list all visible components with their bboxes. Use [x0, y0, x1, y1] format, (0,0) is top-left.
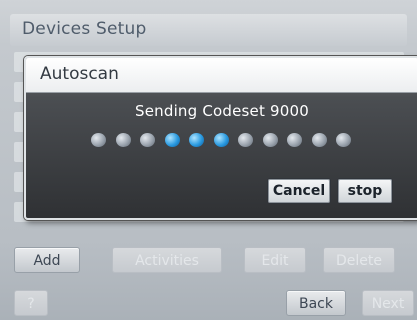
next-button[interactable]: Next [362, 290, 414, 316]
progress-dot-active [213, 133, 229, 147]
progress-dot [140, 133, 155, 147]
progress-dot [287, 133, 302, 147]
devices-setup-screen: Devices Setup Add Activities Edit Delete… [0, 0, 417, 320]
progress-dot [311, 133, 327, 147]
progress-dots [91, 133, 361, 149]
edit-button[interactable]: Edit [244, 247, 306, 273]
delete-button[interactable]: Delete [323, 247, 395, 273]
dialog-title: Autoscan [40, 64, 119, 84]
progress-dot [91, 133, 106, 147]
progress-dot [115, 133, 131, 147]
dialog-titlebar: Autoscan [26, 58, 417, 93]
help-button[interactable]: ? [14, 290, 48, 316]
window-title: Devices Setup [22, 19, 147, 39]
activities-button[interactable]: Activities [112, 247, 222, 273]
progress-dot [238, 133, 253, 147]
progress-dot [336, 133, 351, 147]
progress-dot [262, 133, 278, 147]
scan-status-text: Sending Codeset 9000 [134, 102, 309, 120]
window-titlebar: Devices Setup [10, 14, 407, 46]
progress-dot-active [164, 133, 180, 147]
progress-dot-active [189, 133, 204, 147]
cancel-button[interactable]: Cancel [267, 178, 331, 204]
add-button[interactable]: Add [14, 247, 80, 273]
autoscan-dialog: Autoscan Sending Codeset 9000 Cancel sto… [24, 56, 417, 220]
stop-button[interactable]: stop [337, 178, 393, 204]
back-button[interactable]: Back [286, 290, 346, 316]
